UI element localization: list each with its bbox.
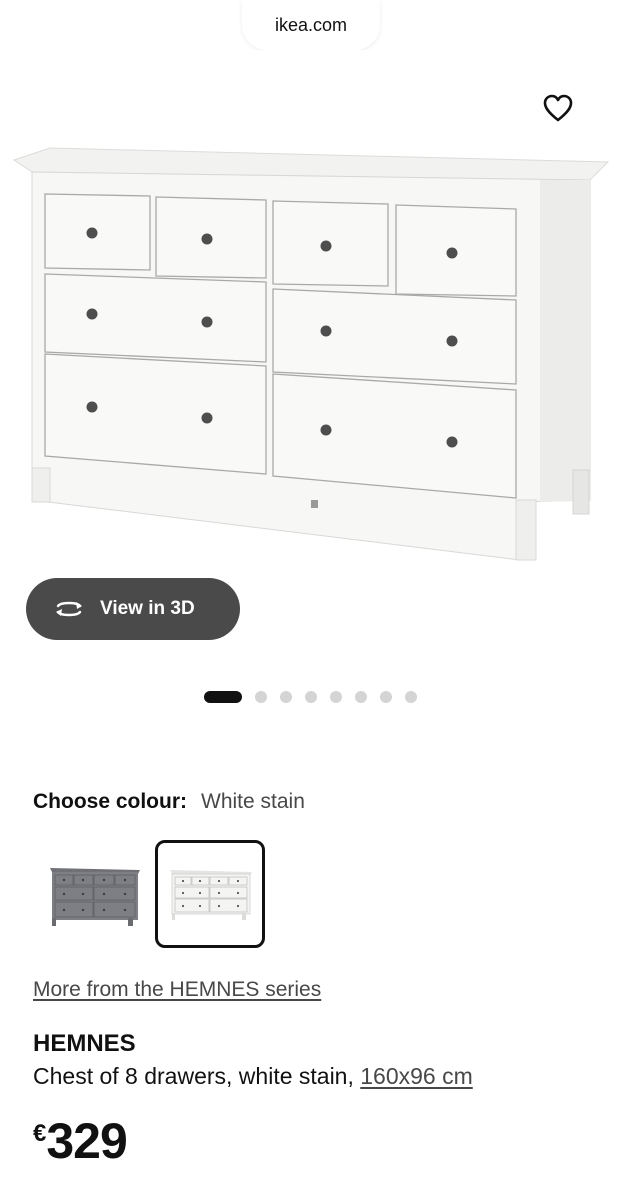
carousel-dot[interactable] <box>405 691 417 703</box>
white-chest-thumbnail <box>170 870 252 920</box>
product-image <box>12 147 610 561</box>
product-description-text: Chest of 8 drawers, white stain, <box>33 1063 361 1089</box>
carousel-dot-active[interactable] <box>204 691 242 703</box>
carousel-indicator[interactable] <box>204 691 417 703</box>
carousel-dot[interactable] <box>380 691 392 703</box>
heart-outline-icon <box>543 94 573 122</box>
product-size-link[interactable]: 160x96 cm <box>360 1063 473 1089</box>
colour-option-grey-stain[interactable] <box>40 842 148 948</box>
view-in-3d-button[interactable]: View in 3D <box>26 578 240 640</box>
series-link[interactable]: More from the HEMNES series <box>33 978 321 1002</box>
product-price: € 329 <box>33 1112 128 1170</box>
price-currency: € <box>33 1120 47 1147</box>
product-description: Chest of 8 drawers, white stain, 160x96 … <box>33 1063 473 1090</box>
carousel-dot[interactable] <box>280 691 292 703</box>
grey-chest-thumbnail <box>50 868 140 926</box>
url-bar[interactable]: ikea.com <box>242 0 380 50</box>
rotate-3d-icon <box>56 601 82 617</box>
colour-selector-heading: Choose colour: White stain <box>33 790 305 814</box>
carousel-dot[interactable] <box>255 691 267 703</box>
view-in-3d-label: View in 3D <box>100 598 195 619</box>
carousel-dot[interactable] <box>330 691 342 703</box>
price-amount: 329 <box>46 1113 127 1169</box>
carousel-dot[interactable] <box>305 691 317 703</box>
selected-colour-value: White stain <box>201 790 305 813</box>
choose-colour-label: Choose colour: <box>33 790 188 813</box>
colour-option-white-stain[interactable] <box>155 840 265 948</box>
url-label: ikea.com <box>274 14 348 35</box>
carousel-dot[interactable] <box>355 691 367 703</box>
favourite-button[interactable] <box>538 88 578 128</box>
product-name: HEMNES <box>33 1030 136 1057</box>
